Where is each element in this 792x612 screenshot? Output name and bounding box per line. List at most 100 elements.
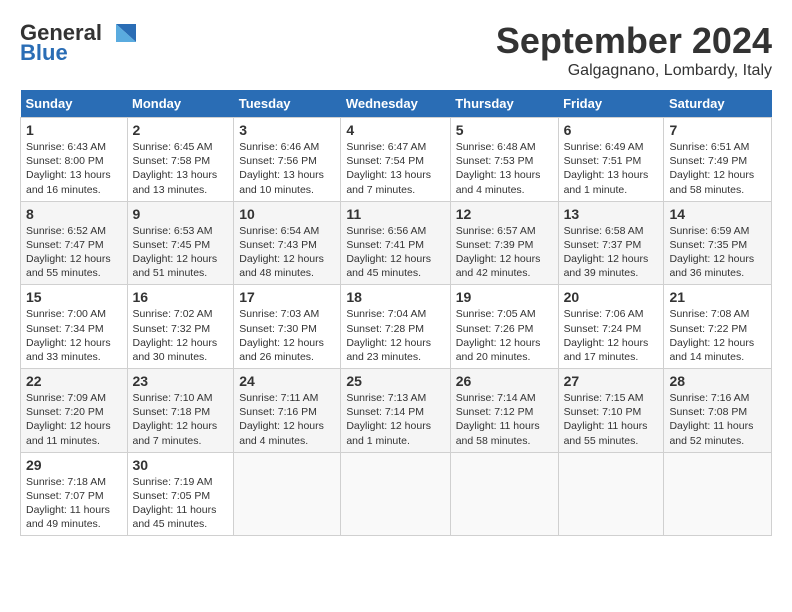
cell-details: Sunrise: 7:11 AM Sunset: 7:16 PM Dayligh…: [239, 391, 335, 448]
calendar-cell: [664, 452, 772, 536]
calendar-week-5: 29 Sunrise: 7:18 AM Sunset: 7:07 PM Dayli…: [21, 452, 772, 536]
calendar-cell: 14 Sunrise: 6:59 AM Sunset: 7:35 PM Dayli…: [664, 201, 772, 285]
calendar-cell: 9 Sunrise: 6:53 AM Sunset: 7:45 PM Daylig…: [127, 201, 234, 285]
day-number: 25: [346, 373, 444, 389]
logo: General Blue: [20, 20, 138, 66]
calendar-cell: 11Sunrise: 6:56 AM Sunset: 7:41 PM Dayli…: [341, 201, 450, 285]
cell-details: Sunrise: 7:14 AM Sunset: 7:12 PM Dayligh…: [456, 391, 553, 448]
day-number: 10: [239, 206, 335, 222]
calendar-cell: 7Sunrise: 6:51 AM Sunset: 7:49 PM Daylig…: [664, 118, 772, 202]
calendar-cell: 1 Sunrise: 6:43 AM Sunset: 8:00 PM Daylig…: [21, 118, 128, 202]
day-number: 7: [669, 122, 766, 138]
col-wednesday: Wednesday: [341, 90, 450, 118]
day-number: 12: [456, 206, 553, 222]
calendar-cell: [341, 452, 450, 536]
day-number: 23: [133, 373, 229, 389]
cell-details: Sunrise: 6:59 AM Sunset: 7:35 PM Dayligh…: [669, 224, 766, 281]
day-number: 20: [564, 289, 659, 305]
day-number: 22: [26, 373, 122, 389]
col-tuesday: Tuesday: [234, 90, 341, 118]
calendar-cell: 20 Sunrise: 7:06 AM Sunset: 7:24 PM Dayli…: [558, 285, 664, 369]
cell-details: Sunrise: 6:46 AM Sunset: 7:56 PM Dayligh…: [239, 140, 335, 197]
day-number: 2: [133, 122, 229, 138]
cell-details: Sunrise: 7:04 AM Sunset: 7:28 PM Dayligh…: [346, 307, 444, 364]
calendar-cell: 16 Sunrise: 7:02 AM Sunset: 7:32 PM Dayli…: [127, 285, 234, 369]
calendar-cell: 30 Sunrise: 7:19 AM Sunset: 7:05 PM Dayli…: [127, 452, 234, 536]
cell-details: Sunrise: 7:19 AM Sunset: 7:05 PM Dayligh…: [133, 475, 229, 532]
cell-details: Sunrise: 6:53 AM Sunset: 7:45 PM Dayligh…: [133, 224, 229, 281]
day-number: 5: [456, 122, 553, 138]
header-row: Sunday Monday Tuesday Wednesday Thursday…: [21, 90, 772, 118]
calendar-cell: 22 Sunrise: 7:09 AM Sunset: 7:20 PM Dayli…: [21, 369, 128, 453]
calendar-cell: 23 Sunrise: 7:10 AM Sunset: 7:18 PM Dayli…: [127, 369, 234, 453]
col-monday: Monday: [127, 90, 234, 118]
calendar-cell: 5 Sunrise: 6:48 AM Sunset: 7:53 PM Daylig…: [450, 118, 558, 202]
calendar-cell: 25 Sunrise: 7:13 AM Sunset: 7:14 PM Dayli…: [341, 369, 450, 453]
calendar-cell: [558, 452, 664, 536]
day-number: 21: [669, 289, 766, 305]
day-number: 11: [346, 206, 444, 222]
calendar-cell: 17Sunrise: 7:03 AM Sunset: 7:30 PM Dayli…: [234, 285, 341, 369]
day-number: 27: [564, 373, 659, 389]
cell-details: Sunrise: 7:06 AM Sunset: 7:24 PM Dayligh…: [564, 307, 659, 364]
cell-details: Sunrise: 7:08 AM Sunset: 7:22 PM Dayligh…: [669, 307, 766, 364]
cell-details: Sunrise: 7:03 AM Sunset: 7:30 PM Dayligh…: [239, 307, 335, 364]
calendar-cell: 2 Sunrise: 6:45 AM Sunset: 7:58 PM Daylig…: [127, 118, 234, 202]
calendar-cell: 18 Sunrise: 7:04 AM Sunset: 7:28 PM Dayli…: [341, 285, 450, 369]
calendar-cell: 3 Sunrise: 6:46 AM Sunset: 7:56 PM Daylig…: [234, 118, 341, 202]
cell-details: Sunrise: 6:43 AM Sunset: 8:00 PM Dayligh…: [26, 140, 122, 197]
calendar-cell: 4Sunrise: 6:47 AM Sunset: 7:54 PM Daylig…: [341, 118, 450, 202]
calendar-cell: 24 Sunrise: 7:11 AM Sunset: 7:16 PM Dayli…: [234, 369, 341, 453]
cell-details: Sunrise: 7:10 AM Sunset: 7:18 PM Dayligh…: [133, 391, 229, 448]
cell-details: Sunrise: 6:58 AM Sunset: 7:37 PM Dayligh…: [564, 224, 659, 281]
calendar-cell: 13 Sunrise: 6:58 AM Sunset: 7:37 PM Dayli…: [558, 201, 664, 285]
day-number: 8: [26, 206, 122, 222]
month-title: September 2024: [496, 20, 772, 62]
day-number: 14: [669, 206, 766, 222]
day-number: 4: [346, 122, 444, 138]
cell-details: Sunrise: 6:57 AM Sunset: 7:39 PM Dayligh…: [456, 224, 553, 281]
cell-details: Sunrise: 6:45 AM Sunset: 7:58 PM Dayligh…: [133, 140, 229, 197]
cell-details: Sunrise: 7:00 AM Sunset: 7:34 PM Dayligh…: [26, 307, 122, 364]
calendar-cell: 19Sunrise: 7:05 AM Sunset: 7:26 PM Dayli…: [450, 285, 558, 369]
calendar-cell: 10Sunrise: 6:54 AM Sunset: 7:43 PM Dayli…: [234, 201, 341, 285]
calendar-cell: [234, 452, 341, 536]
calendar-cell: 8 Sunrise: 6:52 AM Sunset: 7:47 PM Daylig…: [21, 201, 128, 285]
day-number: 3: [239, 122, 335, 138]
day-number: 9: [133, 206, 229, 222]
calendar-cell: [450, 452, 558, 536]
logo-blue: Blue: [20, 40, 68, 66]
cell-details: Sunrise: 7:16 AM Sunset: 7:08 PM Dayligh…: [669, 391, 766, 448]
cell-details: Sunrise: 7:09 AM Sunset: 7:20 PM Dayligh…: [26, 391, 122, 448]
day-number: 18: [346, 289, 444, 305]
col-thursday: Thursday: [450, 90, 558, 118]
day-number: 15: [26, 289, 122, 305]
day-number: 6: [564, 122, 659, 138]
calendar-week-4: 22 Sunrise: 7:09 AM Sunset: 7:20 PM Dayli…: [21, 369, 772, 453]
logo-icon: [106, 22, 138, 44]
calendar-cell: 15 Sunrise: 7:00 AM Sunset: 7:34 PM Dayli…: [21, 285, 128, 369]
location-title: Galgagnano, Lombardy, Italy: [496, 62, 772, 80]
cell-details: Sunrise: 6:52 AM Sunset: 7:47 PM Dayligh…: [26, 224, 122, 281]
calendar-cell: 21 Sunrise: 7:08 AM Sunset: 7:22 PM Dayli…: [664, 285, 772, 369]
cell-details: Sunrise: 7:18 AM Sunset: 7:07 PM Dayligh…: [26, 475, 122, 532]
cell-details: Sunrise: 6:48 AM Sunset: 7:53 PM Dayligh…: [456, 140, 553, 197]
calendar-week-3: 15 Sunrise: 7:00 AM Sunset: 7:34 PM Dayli…: [21, 285, 772, 369]
cell-details: Sunrise: 7:13 AM Sunset: 7:14 PM Dayligh…: [346, 391, 444, 448]
calendar-week-2: 8 Sunrise: 6:52 AM Sunset: 7:47 PM Daylig…: [21, 201, 772, 285]
calendar-cell: 26Sunrise: 7:14 AM Sunset: 7:12 PM Dayli…: [450, 369, 558, 453]
calendar-cell: 27 Sunrise: 7:15 AM Sunset: 7:10 PM Dayli…: [558, 369, 664, 453]
day-number: 16: [133, 289, 229, 305]
col-sunday: Sunday: [21, 90, 128, 118]
day-number: 1: [26, 122, 122, 138]
cell-details: Sunrise: 7:15 AM Sunset: 7:10 PM Dayligh…: [564, 391, 659, 448]
day-number: 29: [26, 457, 122, 473]
day-number: 19: [456, 289, 553, 305]
day-number: 24: [239, 373, 335, 389]
day-number: 13: [564, 206, 659, 222]
calendar-week-1: 1 Sunrise: 6:43 AM Sunset: 8:00 PM Daylig…: [21, 118, 772, 202]
header: General Blue September 2024 Galgagnano, …: [20, 20, 772, 80]
col-saturday: Saturday: [664, 90, 772, 118]
day-number: 30: [133, 457, 229, 473]
cell-details: Sunrise: 7:02 AM Sunset: 7:32 PM Dayligh…: [133, 307, 229, 364]
